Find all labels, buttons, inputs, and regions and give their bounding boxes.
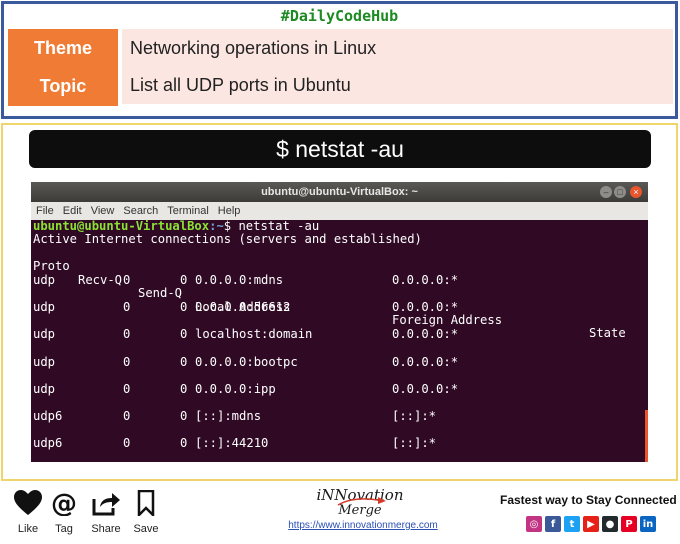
tag-label: Tag: [55, 523, 73, 535]
page: #DailyCodeHub Theme Networking operation…: [0, 0, 680, 544]
main-panel: $ netstat -au ubuntu@ubuntu-VirtualBox: …: [1, 123, 678, 481]
prompt-user: ubuntu@ubuntu-VirtualBox: [33, 219, 210, 233]
menu-search[interactable]: Search: [123, 205, 158, 217]
col-recv: Recv-Q: [78, 272, 123, 287]
prompt-command: $ netstat -au: [223, 219, 320, 233]
terminal-titlebar: ubuntu@ubuntu-VirtualBox: ~: [31, 182, 648, 202]
cell-recv: 0: [123, 273, 131, 287]
topic-label: Topic: [8, 66, 118, 106]
cell-foreign: [::]:*: [392, 436, 437, 451]
info-header: #DailyCodeHub Theme Networking operation…: [1, 1, 678, 119]
status-line: Active Internet connections (servers and…: [33, 232, 422, 246]
cell-send: 0: [180, 409, 188, 423]
cell-foreign: 0.0.0.0:*: [392, 273, 459, 287]
menu-file[interactable]: File: [36, 205, 54, 217]
theme-label: Theme: [8, 29, 118, 67]
cell-recv: 0: [123, 300, 131, 315]
brand-arrow-icon: [337, 497, 386, 506]
save-label: Save: [133, 523, 159, 535]
cell-recv: 0: [123, 381, 131, 396]
col-proto: Proto: [33, 259, 70, 274]
cell-proto: udp6: [33, 409, 63, 423]
cell-send: 0: [180, 436, 188, 451]
menu-edit[interactable]: Edit: [63, 205, 82, 217]
topic-value: List all UDP ports in Ubuntu: [122, 66, 673, 104]
cell-foreign: 0.0.0.0:*: [392, 327, 459, 342]
cell-proto: udp: [33, 327, 56, 342]
cell-recv: 0: [123, 436, 131, 451]
cell-local: [::]:mdns: [195, 409, 262, 423]
twitter-icon[interactable]: t: [564, 516, 580, 532]
cell-foreign: 0.0.0.0:*: [392, 381, 459, 396]
terminal-output[interactable]: ubuntu@ubuntu-VirtualBox:~$ netstat -au …: [33, 219, 647, 462]
cell-recv: 0: [123, 354, 131, 369]
heart-icon: [14, 490, 42, 515]
hashtag-title: #DailyCodeHub: [280, 7, 399, 25]
cell-foreign: [::]:*: [392, 409, 437, 423]
theme-value: Networking operations in Linux: [122, 29, 673, 67]
pinterest-icon[interactable]: P: [621, 516, 637, 532]
cell-local: [::]:44210: [195, 436, 269, 451]
instagram-icon[interactable]: ◎: [526, 516, 542, 532]
col-send: Send-Q: [138, 286, 183, 301]
cell-local: 0.0.0.0:56612: [195, 300, 291, 315]
cell-foreign: 0.0.0.0:*: [392, 354, 459, 369]
col-foreign: Foreign Address: [392, 313, 503, 328]
share-button[interactable]: Share: [86, 490, 126, 535]
col-state: State: [589, 326, 626, 341]
like-label: Like: [17, 523, 39, 535]
menu-terminal[interactable]: Terminal: [167, 205, 209, 217]
social-links: ◎ f t ▶ ● Pin: [526, 516, 656, 532]
cell-send: 0: [180, 327, 188, 342]
maximize-icon[interactable]: □: [614, 186, 626, 198]
like-button[interactable]: Like: [8, 490, 48, 535]
cell-send: 0: [180, 300, 188, 315]
cell-send: 0: [180, 354, 188, 369]
command-banner: $ netstat -au: [29, 130, 651, 168]
cell-recv: 0: [123, 409, 131, 423]
cell-send: 0: [180, 381, 188, 396]
terminal-scrollbar[interactable]: [645, 410, 648, 462]
youtube-icon[interactable]: ▶: [583, 516, 599, 532]
save-button[interactable]: Save: [126, 489, 166, 535]
cell-local: 0.0.0.0:bootpc: [195, 354, 298, 369]
prompt-path: :~: [209, 219, 224, 233]
close-icon[interactable]: ×: [630, 186, 642, 198]
share-icon: [92, 493, 120, 516]
theme-row: Theme Networking operations in Linux: [8, 29, 673, 67]
cell-proto: udp: [33, 354, 56, 369]
cell-recv: 0: [123, 327, 131, 342]
terminal-menubar: File Edit View Search Terminal Help: [31, 202, 648, 220]
tagline: Fastest way to Stay Connected: [500, 493, 677, 507]
cell-proto: udp: [33, 381, 56, 396]
cell-proto: udp6: [33, 436, 63, 451]
github-icon[interactable]: ●: [602, 516, 618, 532]
menu-help[interactable]: Help: [218, 205, 241, 217]
cell-proto: udp: [33, 300, 56, 315]
cell-local: 0.0.0.0:mdns: [195, 273, 284, 287]
svg-text:@: @: [51, 490, 77, 516]
terminal-window: ubuntu@ubuntu-VirtualBox: ~ – □ × File E…: [31, 182, 648, 462]
at-icon: @: [51, 489, 77, 519]
menu-view[interactable]: View: [91, 205, 115, 217]
cell-local: localhost:domain: [195, 327, 313, 342]
minimize-icon[interactable]: –: [600, 186, 612, 198]
share-label: Share: [91, 523, 121, 535]
cell-foreign: 0.0.0.0:*: [392, 300, 459, 315]
website-link[interactable]: https://www.innovationmerge.com: [268, 520, 458, 531]
cell-send: 0: [180, 273, 188, 287]
linkedin-icon[interactable]: in: [640, 516, 656, 532]
cell-local: 0.0.0.0:ipp: [195, 381, 276, 396]
facebook-icon[interactable]: f: [545, 516, 561, 532]
tag-button[interactable]: @ Tag: [44, 489, 84, 535]
cell-proto: udp: [33, 273, 56, 287]
bookmark-icon: [137, 489, 155, 519]
topic-row: Topic List all UDP ports in Ubuntu: [8, 66, 673, 106]
footer: Like @ Tag Share Save iNNovation Merge h…: [0, 484, 680, 544]
